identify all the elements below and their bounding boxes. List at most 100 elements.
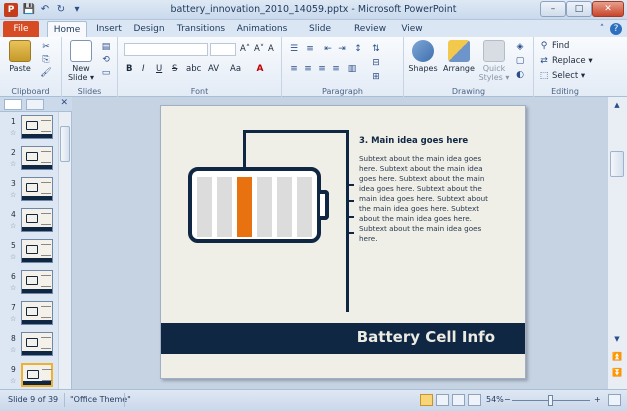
slide-thumbnail[interactable]	[21, 301, 53, 325]
slide-thumbnail-row[interactable]: 6 ☆	[0, 269, 60, 297]
justify-icon[interactable]: ≡	[330, 63, 342, 75]
slide-thumbnail[interactable]	[21, 146, 53, 170]
quick-styles-button[interactable]: Quick Styles ▾	[478, 40, 510, 82]
columns-icon[interactable]: ▥	[346, 63, 358, 75]
outline-tab[interactable]	[26, 99, 44, 110]
grow-font-button[interactable]: A˄	[240, 43, 250, 55]
copy-icon[interactable]: ⎘	[40, 54, 52, 66]
section-icon[interactable]: ▭	[100, 67, 112, 79]
find-button[interactable]: Find	[552, 40, 569, 52]
slide-thumbnail-row[interactable]: 8 ☆	[0, 331, 60, 359]
slide-scroll-thumb[interactable]	[610, 151, 624, 177]
reading-view-button[interactable]	[452, 394, 465, 406]
arrange-button[interactable]: Arrange	[442, 40, 476, 73]
font-family-select[interactable]	[124, 43, 208, 56]
scroll-down-icon[interactable]: ▼	[611, 333, 623, 345]
maximize-button[interactable]: □	[566, 1, 592, 17]
change-case-button[interactable]: Aa	[230, 63, 241, 75]
previous-slide-icon[interactable]: ⏫	[611, 351, 623, 363]
paste-button[interactable]: Paste	[6, 40, 34, 73]
cut-icon[interactable]: ✂	[40, 41, 52, 53]
layout-icon[interactable]: ▤	[100, 41, 112, 53]
next-slide-icon[interactable]: ⏬	[611, 367, 623, 379]
shape-effects-icon[interactable]: ◐	[514, 69, 526, 81]
format-painter-icon[interactable]: 🖌	[40, 67, 52, 79]
tab-home[interactable]: Home	[47, 21, 87, 37]
zoom-level[interactable]: 54%	[486, 395, 504, 404]
align-left-icon[interactable]: ≡	[288, 63, 300, 75]
tab-file[interactable]: File	[3, 21, 39, 37]
font-size-select[interactable]	[210, 43, 236, 56]
align-right-icon[interactable]: ≡	[316, 63, 328, 75]
slide-banner-text[interactable]: Battery Cell Info	[357, 328, 495, 346]
current-slide[interactable]: 3. Main idea goes here Subtext about the…	[160, 105, 526, 379]
close-pane-icon[interactable]: ✕	[60, 98, 68, 108]
slide-thumbnail-row[interactable]: 4 ☆	[0, 207, 60, 235]
slide-scrollbar[interactable]: ▲ ▼ ⏫ ⏬	[607, 97, 627, 389]
font-color-icon[interactable]: A	[254, 63, 266, 75]
numbering-icon[interactable]: ≡	[304, 43, 316, 55]
reset-icon[interactable]: ⟲	[100, 54, 112, 66]
slides-pane-scroll-thumb[interactable]	[60, 126, 70, 162]
slide-thumbnail[interactable]	[21, 208, 53, 232]
slide-thumbnail-row[interactable]: 3 ☆	[0, 176, 60, 204]
increase-indent-icon[interactable]: ⇥	[336, 43, 348, 55]
help-icon[interactable]: ?	[610, 23, 622, 35]
bullets-icon[interactable]: ☰	[288, 43, 300, 55]
slide-show-view-button[interactable]	[468, 394, 481, 406]
slide-sorter-view-button[interactable]	[436, 394, 449, 406]
text-direction-icon[interactable]: ⇅	[370, 43, 382, 55]
normal-view-button[interactable]	[420, 394, 433, 406]
slide-thumbnail-row[interactable]: 2 ☆	[0, 145, 60, 173]
tab-review[interactable]: Review	[350, 21, 390, 37]
shape-outline-icon[interactable]: ▢	[514, 55, 526, 67]
fit-to-window-button[interactable]	[608, 394, 621, 406]
slide-thumbnail[interactable]	[21, 115, 53, 139]
replace-button[interactable]: Replace ▾	[552, 55, 593, 67]
line-spacing-icon[interactable]: ↕	[352, 43, 364, 55]
scroll-up-icon[interactable]: ▲	[611, 99, 623, 111]
decrease-indent-icon[interactable]: ⇤	[322, 43, 334, 55]
slide-thumbnail-row[interactable]: 5 ☆	[0, 238, 60, 266]
shape-fill-icon[interactable]: ◈	[514, 41, 526, 53]
align-text-icon[interactable]: ⊟	[370, 57, 382, 69]
bold-button[interactable]: B	[126, 63, 132, 75]
slides-pane-scrollbar[interactable]	[58, 112, 71, 389]
slide-thumbnail[interactable]	[21, 177, 53, 201]
tab-insert[interactable]: Insert	[91, 21, 127, 37]
slide-thumbnail-row[interactable]: 1 ☆	[0, 114, 60, 142]
tab-view[interactable]: View	[396, 21, 428, 37]
select-button[interactable]: Select ▾	[552, 70, 585, 82]
italic-button[interactable]: I	[142, 63, 145, 75]
slide-thumbnail[interactable]	[21, 270, 53, 294]
underline-button[interactable]: U	[156, 63, 162, 75]
shadow-button[interactable]: abc	[186, 63, 201, 75]
zoom-in-button[interactable]: +	[594, 395, 601, 404]
strike-button[interactable]: S	[172, 63, 177, 75]
slide-heading[interactable]: 3. Main idea goes here	[359, 136, 468, 146]
tab-design[interactable]: Design	[131, 21, 167, 37]
char-spacing-button[interactable]: AV	[208, 63, 219, 75]
align-center-icon[interactable]: ≡	[302, 63, 314, 75]
tab-animations[interactable]: Animations	[234, 21, 290, 37]
tab-transitions[interactable]: Transitions	[173, 21, 229, 37]
slide-thumbnail[interactable]	[21, 332, 53, 356]
slide-body-text[interactable]: Subtext about the main idea goes here. S…	[359, 154, 493, 244]
new-slide-button[interactable]: New Slide ▾	[66, 40, 96, 82]
slide-thumbnail-row[interactable]: 7 ☆	[0, 300, 60, 328]
slide-thumbnail-row[interactable]: 9 ☆	[0, 362, 60, 390]
shrink-font-button[interactable]: A˅	[254, 43, 264, 55]
minimize-ribbon-icon[interactable]: ˄	[596, 23, 608, 35]
slide-thumbnail[interactable]	[21, 363, 53, 387]
theme-name[interactable]: "Office Theme"	[70, 395, 131, 404]
zoom-out-button[interactable]: −	[504, 395, 511, 404]
close-button[interactable]: ✕	[592, 1, 624, 17]
minimize-button[interactable]: –	[540, 1, 566, 17]
shapes-button[interactable]: Shapes	[408, 40, 438, 73]
clear-format-button[interactable]: A	[268, 43, 274, 55]
slides-tab[interactable]	[4, 99, 22, 110]
zoom-slider-knob[interactable]	[548, 395, 553, 406]
slide-thumbnail[interactable]	[21, 239, 53, 263]
tab-slide-show[interactable]: Slide Show	[296, 21, 344, 50]
smartart-icon[interactable]: ⊞	[370, 71, 382, 83]
